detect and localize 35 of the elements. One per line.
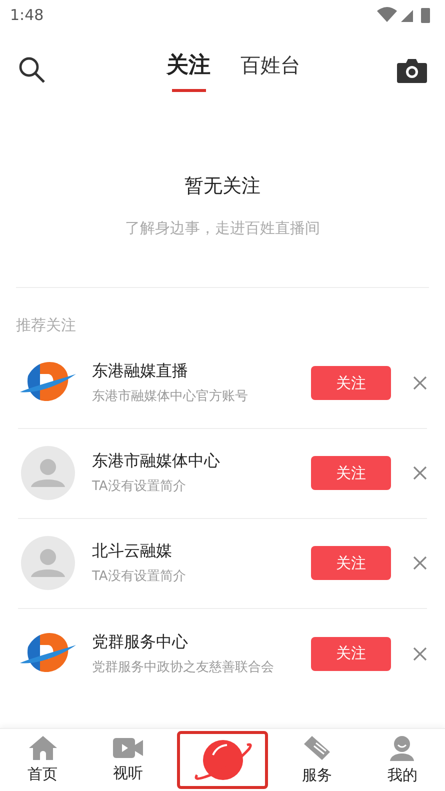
close-icon[interactable]: [413, 466, 427, 480]
account-name: 东港融媒直播: [92, 360, 189, 382]
avatar-icon: [21, 536, 75, 590]
account-name: 党群服务中心: [92, 630, 189, 653]
account-description: 党群服务中政协之友慈善联合会: [92, 658, 275, 677]
follow-button[interactable]: 关注: [311, 636, 391, 670]
account-name: 东港市融媒体中心: [92, 450, 221, 472]
camera-icon[interactable]: [397, 57, 427, 83]
status-time: 1:48: [10, 4, 44, 26]
empty-title: 暂无关注: [184, 174, 260, 199]
account-description: TA没有设置简介: [92, 478, 187, 496]
nav-tab[interactable]: 我的: [360, 734, 445, 786]
video-camera-icon: [112, 736, 144, 760]
account-description: TA没有设置简介: [92, 568, 187, 586]
header-tab[interactable]: 百姓台: [240, 48, 300, 92]
close-icon[interactable]: [413, 556, 427, 570]
planet-nav-button[interactable]: [176, 731, 268, 789]
house-icon: [28, 734, 58, 761]
close-icon[interactable]: [413, 376, 427, 390]
nav-tab[interactable]: 服务: [274, 734, 360, 786]
nav-tab[interactable]: 视听: [85, 736, 171, 784]
search-icon[interactable]: [18, 56, 46, 84]
account-name: 北斗云融媒: [92, 540, 173, 562]
header-tab[interactable]: 关注: [166, 48, 210, 92]
handshake-icon: [302, 734, 332, 762]
person-icon: [388, 734, 416, 762]
follow-button[interactable]: 关注: [311, 366, 391, 400]
follow-button[interactable]: 关注: [311, 456, 391, 490]
avatar-icon: [21, 446, 75, 500]
empty-subtitle: 了解身边事，走进百姓直播间: [125, 218, 320, 238]
nav-tab[interactable]: 首页: [0, 734, 86, 786]
section-heading: 推荐关注: [15, 315, 77, 336]
follow-button[interactable]: 关注: [311, 546, 391, 580]
account-description: 东港市融媒体中心官方账号: [92, 388, 249, 406]
close-icon[interactable]: [413, 646, 427, 660]
